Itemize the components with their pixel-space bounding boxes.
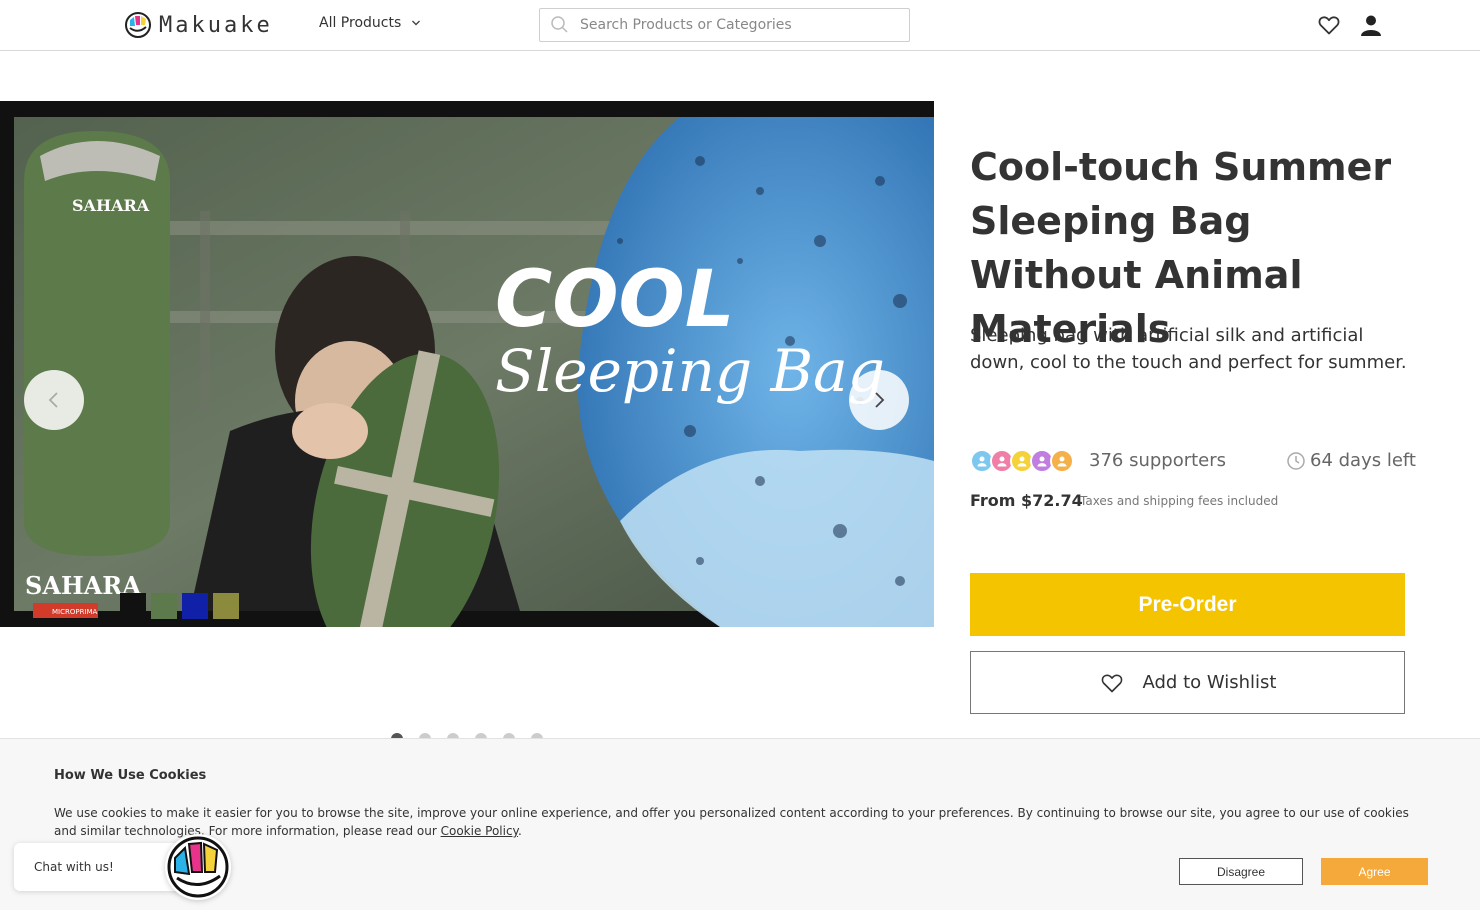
chevron-right-icon [875, 392, 885, 408]
wishlist-label: Add to Wishlist [1142, 672, 1277, 693]
brand-microprima-text: MICROPRIMA [52, 608, 98, 616]
product-main-image: SAHARA COOL Sleeping Bag SAHARA MICROPRI… [14, 117, 934, 627]
cookie-policy-link[interactable]: Cookie Policy [441, 824, 518, 838]
product-description: Sleeping bag with artificial silk and ar… [970, 325, 1407, 373]
add-to-wishlist-button[interactable]: Add to Wishlist [970, 651, 1405, 714]
agree-button[interactable]: Agree [1321, 858, 1428, 885]
tax-note: Taxes and shipping fees included [1080, 494, 1279, 508]
disagree-button[interactable]: Disagree [1179, 858, 1303, 885]
color-swatch [182, 593, 208, 619]
chat-avatar-button[interactable] [165, 834, 231, 900]
product-price: From $72.74 [970, 491, 1083, 510]
heart-icon [1101, 674, 1122, 692]
color-swatch [213, 593, 239, 619]
logo-mark-icon [125, 12, 151, 38]
user-icon[interactable] [1359, 13, 1383, 37]
product-image-carousel[interactable]: SAHARA COOL Sleeping Bag SAHARA MICROPRI… [0, 101, 934, 627]
supporter-avatars [970, 449, 1074, 473]
pre-order-button[interactable]: Pre-Order [970, 573, 1405, 636]
banner-sleeping-bag-text: Sleeping Bag [495, 337, 885, 405]
color-swatch [151, 593, 177, 619]
all-products-dropdown[interactable]: All Products [319, 15, 421, 31]
days-left: 64 days left [1286, 450, 1416, 471]
clock-icon [1287, 451, 1305, 470]
logo-text: Makuake [159, 12, 273, 38]
search-input[interactable] [580, 17, 880, 33]
cookie-text-end: . [517, 824, 522, 838]
color-swatch [120, 593, 146, 619]
supporter-avatar-icon [1050, 449, 1074, 473]
makuake-chat-icon [167, 836, 229, 898]
heart-icon[interactable] [1317, 13, 1341, 37]
carousel-next-button[interactable] [849, 370, 909, 430]
carousel-prev-button[interactable] [24, 370, 84, 430]
cookie-text: We use cookies to make it easier for you… [54, 804, 1424, 840]
svg-text:SAHARA: SAHARA [72, 196, 150, 215]
chevron-down-icon [412, 20, 421, 26]
cookie-title: How We Use Cookies [54, 768, 207, 783]
search-box[interactable] [539, 8, 910, 42]
supporters-count: 376 supporters [1089, 450, 1227, 471]
makuake-logo[interactable]: Makuake [125, 11, 273, 39]
chat-label: Chat with us! [34, 860, 114, 874]
chevron-left-icon [48, 392, 58, 408]
banner-cool-text: COOL [495, 255, 735, 345]
cookie-body-text: We use cookies to make it easier for you… [54, 806, 1409, 838]
search-icon [551, 16, 568, 33]
days-left-text: 64 days left [1310, 450, 1416, 471]
all-products-label: All Products [319, 15, 402, 31]
site-header: Makuake All Products [0, 0, 1480, 51]
